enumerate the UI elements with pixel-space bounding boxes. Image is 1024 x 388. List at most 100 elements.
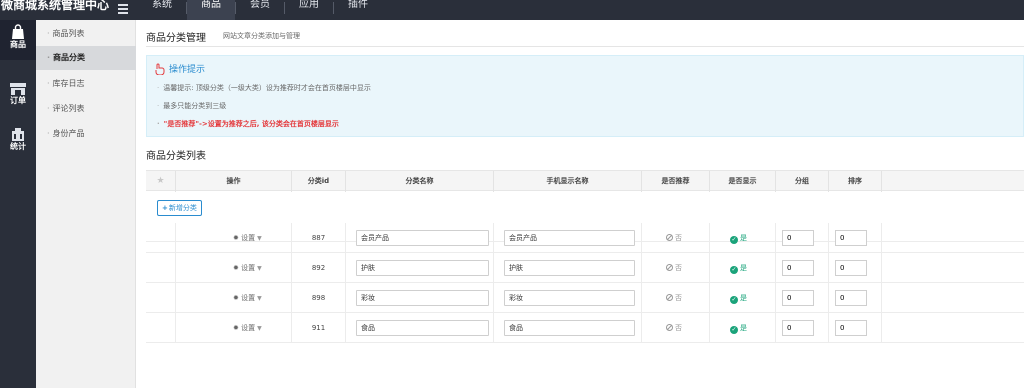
- sort-input[interactable]: [835, 230, 867, 246]
- settings-dropdown[interactable]: ✹ 设置 ▼: [233, 233, 262, 243]
- sort-input[interactable]: [835, 290, 867, 306]
- subnav-label: 评论列表: [52, 104, 85, 113]
- table-row: ✹ 设置▼ 887 否 ✓是: [146, 223, 1024, 253]
- col-show: 是否显示: [710, 171, 776, 192]
- topnav-item-members[interactable]: 会员: [236, 0, 284, 20]
- show-cell: ✓ 是: [710, 253, 776, 283]
- rail-label: 订单: [10, 96, 26, 105]
- recommend-toggle[interactable]: 否: [666, 263, 682, 273]
- recommend-value: 否: [675, 294, 682, 302]
- check-circle-icon: ✓: [730, 326, 738, 334]
- recommend-toggle[interactable]: 否: [666, 233, 682, 243]
- tips-title: 操作提示: [169, 65, 206, 75]
- tip-line: · 温馨提示: 顶级分类（一级大类）设为推荐时才会在首页楼层中显示: [157, 84, 371, 92]
- add-category-button[interactable]: +新增分类: [157, 200, 202, 216]
- sort-input[interactable]: [835, 320, 867, 336]
- show-toggle[interactable]: ✓ 是: [730, 233, 747, 244]
- category-name-input[interactable]: [356, 320, 489, 336]
- mobile-name-input[interactable]: [504, 260, 635, 276]
- col-op: 操作: [176, 171, 292, 192]
- settings-label: 设置: [241, 294, 256, 302]
- subnav-item-stock-log[interactable]: · 库存日志: [36, 72, 136, 96]
- name-cell: [346, 313, 494, 343]
- group-input[interactable]: [782, 320, 814, 336]
- tips-header[interactable]: 操作提示: [153, 62, 205, 75]
- ban-icon: [666, 324, 673, 331]
- show-toggle[interactable]: ✓ 是: [730, 293, 747, 304]
- category-name-input[interactable]: [356, 290, 489, 306]
- col-group: 分组: [776, 171, 829, 192]
- caret-down-icon: ▼: [257, 325, 262, 332]
- show-cell: ✓ 是: [710, 313, 776, 343]
- hand-pointer-icon: [155, 63, 165, 75]
- settings-dropdown[interactable]: ✹ 设置 ▼: [233, 263, 262, 273]
- table-row: ✹ 设置▼ 892 否 ✓是: [146, 253, 1024, 283]
- ban-icon: [666, 264, 673, 271]
- plus-icon: +: [162, 204, 168, 212]
- rail-item-goods[interactable]: 商品: [0, 20, 36, 60]
- caret-down-icon: ▼: [257, 295, 262, 302]
- show-toggle[interactable]: ✓ 是: [730, 323, 747, 334]
- star-column-header[interactable]: ★: [146, 171, 176, 192]
- topnav-item-plugins[interactable]: 插件: [334, 0, 382, 20]
- mobile-name-cell: [494, 223, 642, 253]
- rail-item-orders[interactable]: 订单: [0, 78, 36, 118]
- col-name: 分类名称: [346, 171, 494, 192]
- subnav-item-reviews[interactable]: · 评论列表: [36, 97, 136, 121]
- settings-dropdown[interactable]: ✹ 设置 ▼: [233, 293, 262, 303]
- check-circle-icon: ✓: [730, 296, 738, 304]
- category-name-input[interactable]: [356, 260, 489, 276]
- settings-dropdown[interactable]: ✹ 设置 ▼: [233, 323, 262, 333]
- group-input[interactable]: [782, 230, 814, 246]
- mobile-name-input[interactable]: [504, 230, 635, 246]
- settings-label: 设置: [241, 234, 256, 242]
- check-circle-icon: ✓: [730, 266, 738, 274]
- name-cell: [346, 283, 494, 313]
- recommend-value: 否: [675, 234, 682, 242]
- top-bar: 微商城系统管理中心 系统 商品 会员 应用 插件: [0, 0, 1024, 20]
- category-id: 911: [292, 313, 346, 343]
- topnav-item-goods[interactable]: 商品: [187, 0, 235, 20]
- settings-label: 设置: [241, 264, 256, 272]
- show-value: 是: [740, 264, 747, 272]
- group-cell: [776, 313, 829, 343]
- table-row: ✹ 设置▼ 898 否 ✓是: [146, 283, 1024, 313]
- topnav-item-apps[interactable]: 应用: [285, 0, 333, 20]
- recommend-cell: 否: [642, 253, 710, 283]
- op-cell: ✹ 设置 ▼: [176, 313, 292, 343]
- subnav-item-goods-list[interactable]: · 商品列表: [36, 22, 136, 46]
- menu-toggle-icon[interactable]: [116, 2, 130, 16]
- row-star-cell: [146, 313, 176, 343]
- subnav-label: 库存日志: [52, 79, 85, 88]
- mobile-name-input[interactable]: [504, 320, 635, 336]
- check-circle-icon: ✓: [730, 236, 738, 244]
- subnav-item-goods-category[interactable]: · 商品分类: [36, 46, 136, 70]
- mobile-name-input[interactable]: [504, 290, 635, 306]
- group-input[interactable]: [782, 290, 814, 306]
- star-icon: ★: [156, 176, 165, 186]
- col-mobile-name: 手机显示名称: [494, 171, 642, 192]
- show-toggle[interactable]: ✓ 是: [730, 263, 747, 274]
- rail-item-stats[interactable]: 统计: [0, 124, 36, 164]
- recommend-toggle[interactable]: 否: [666, 293, 682, 303]
- sort-input[interactable]: [835, 260, 867, 276]
- page-title: 商品分类管理: [146, 33, 206, 44]
- subnav-item-identity-products[interactable]: · 身份产品: [36, 122, 136, 146]
- mobile-name-cell: [494, 283, 642, 313]
- group-cell: [776, 283, 829, 313]
- subnav-label: 商品分类: [53, 53, 86, 62]
- show-cell: ✓ 是: [710, 223, 776, 253]
- recommend-toggle[interactable]: 否: [666, 323, 682, 333]
- tip-text: 温馨提示: 顶级分类（一级大类）设为推荐时才会在首页楼层中显示: [163, 84, 371, 92]
- category-id: 892: [292, 253, 346, 283]
- topnav-item-system[interactable]: 系统: [138, 0, 186, 20]
- tip-text: 最多只能分类到三级: [163, 102, 227, 110]
- icon-rail: 商品 订单 统计: [0, 20, 36, 388]
- sub-sidebar: · 商品列表 · 商品分类 · 库存日志 · 评论列表 · 身份产品: [36, 20, 136, 388]
- ban-icon: [666, 294, 673, 301]
- sort-cell: [829, 313, 882, 343]
- category-name-input[interactable]: [356, 230, 489, 246]
- show-value: 是: [740, 234, 747, 242]
- group-input[interactable]: [782, 260, 814, 276]
- subnav-label: 身份产品: [52, 129, 85, 138]
